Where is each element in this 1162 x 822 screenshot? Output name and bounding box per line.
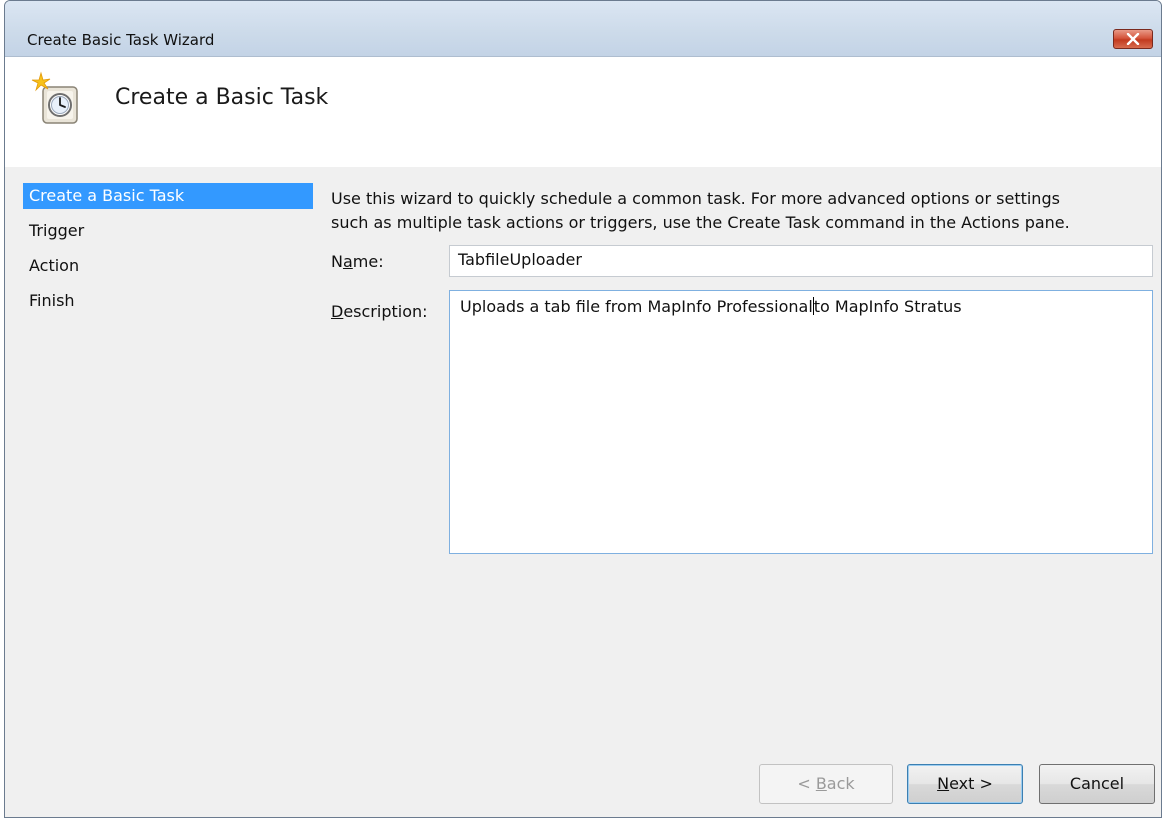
nav-item-trigger[interactable]: Trigger: [23, 218, 313, 244]
nav-item-finish[interactable]: Finish: [23, 288, 313, 314]
name-label-accesskey: a: [342, 252, 353, 271]
back-button[interactable]: < Back: [759, 764, 893, 804]
next-button-suffix: ext >: [949, 774, 993, 793]
name-field[interactable]: TabfileUploader: [449, 245, 1153, 277]
close-icon: [1126, 33, 1140, 45]
cancel-button[interactable]: Cancel: [1039, 764, 1155, 804]
name-label: Name:: [331, 252, 384, 271]
nav-item-create-basic-task[interactable]: Create a Basic Task: [23, 183, 313, 209]
back-button-accesskey: B: [815, 774, 827, 793]
back-button-suffix: ack: [826, 774, 855, 793]
description-label-suffix: escription:: [343, 302, 428, 321]
nav-item-action[interactable]: Action: [23, 253, 313, 279]
next-button-accesskey: N: [937, 774, 950, 793]
description-text-before-caret: Uploads a tab file from MapInfo Professi…: [460, 297, 813, 316]
task-scheduler-icon: [31, 71, 78, 124]
description-label: Description:: [331, 302, 428, 321]
title-bar[interactable]: Create Basic Task Wizard: [5, 1, 1161, 57]
name-field-value: TabfileUploader: [458, 250, 582, 269]
next-button[interactable]: Next >: [907, 764, 1023, 804]
window-title: Create Basic Task Wizard: [27, 31, 215, 49]
description-text-after-caret: to MapInfo Stratus: [813, 297, 962, 316]
back-button-prefix: <: [797, 774, 816, 793]
description-label-accesskey: D: [331, 302, 344, 321]
description-field[interactable]: Uploads a tab file from MapInfo Professi…: [449, 290, 1153, 554]
intro-line-1: Use this wizard to quickly schedule a co…: [331, 189, 1060, 208]
wizard-header: Create a Basic Task: [5, 57, 1161, 167]
name-label-suffix: me:: [352, 252, 384, 271]
name-label-prefix: N: [331, 252, 343, 271]
intro-line-2: such as multiple task actions or trigger…: [331, 213, 1070, 232]
wizard-steps-nav: Create a Basic Task Trigger Action Finis…: [23, 183, 313, 323]
intro-text: Use this wizard to quickly schedule a co…: [331, 187, 1141, 235]
page-title: Create a Basic Task: [115, 85, 329, 110]
close-button[interactable]: [1113, 29, 1153, 49]
wizard-window: Create Basic Task Wizard Create a Basic …: [4, 0, 1162, 818]
